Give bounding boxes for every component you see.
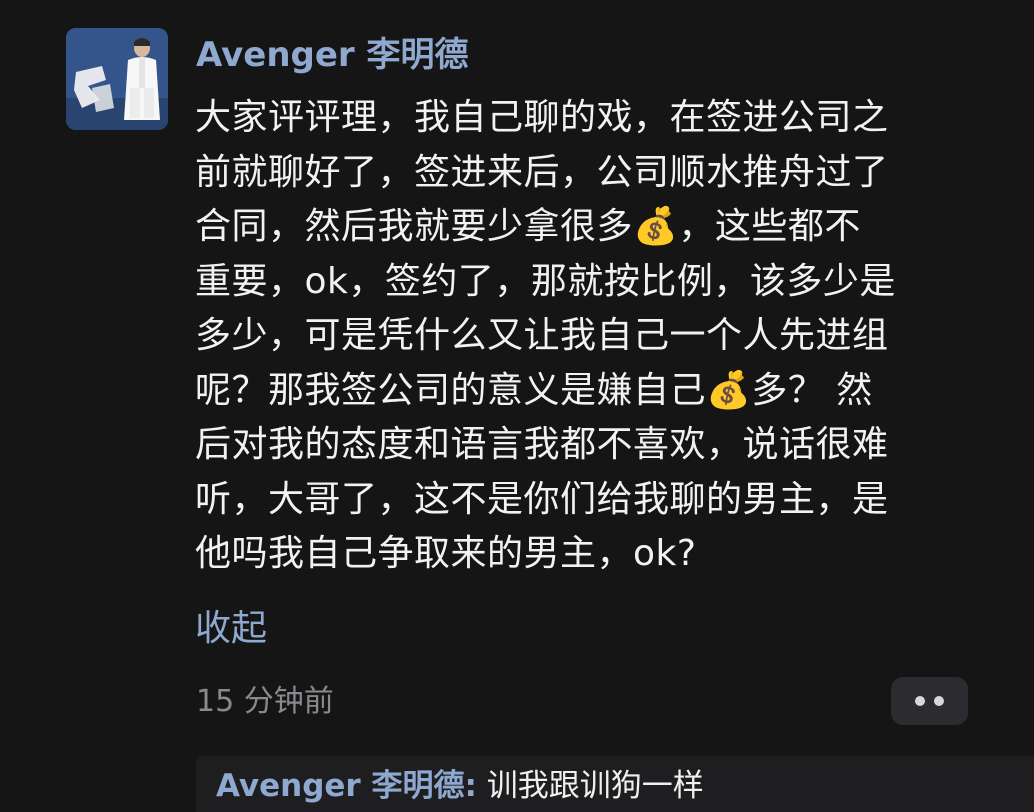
- more-dots-icon-dot: [934, 696, 944, 706]
- more-dots-icon: [915, 696, 925, 706]
- collapse-link[interactable]: 收起: [195, 602, 267, 656]
- reply-line: Avenger 李明德: 训我跟训狗一样: [216, 764, 704, 808]
- reply-text: 训我跟训狗一样: [486, 768, 704, 804]
- reply-preview[interactable]: Avenger 李明德: 训我跟训狗一样: [196, 756, 1034, 812]
- post-username[interactable]: Avenger 李明德: [196, 30, 469, 80]
- post-timestamp: 15 分钟前: [196, 684, 334, 719]
- post-text: 大家评评理，我自己聊的戏，在签进公司之 前就聊好了，签进来后，公司顺水推舟过了 …: [195, 97, 896, 574]
- avatar-image: [66, 28, 168, 130]
- more-options-button[interactable]: [891, 677, 968, 725]
- avatar[interactable]: [66, 28, 168, 130]
- reply-separator: :: [464, 768, 477, 804]
- reply-username[interactable]: Avenger 李明德: [216, 768, 464, 804]
